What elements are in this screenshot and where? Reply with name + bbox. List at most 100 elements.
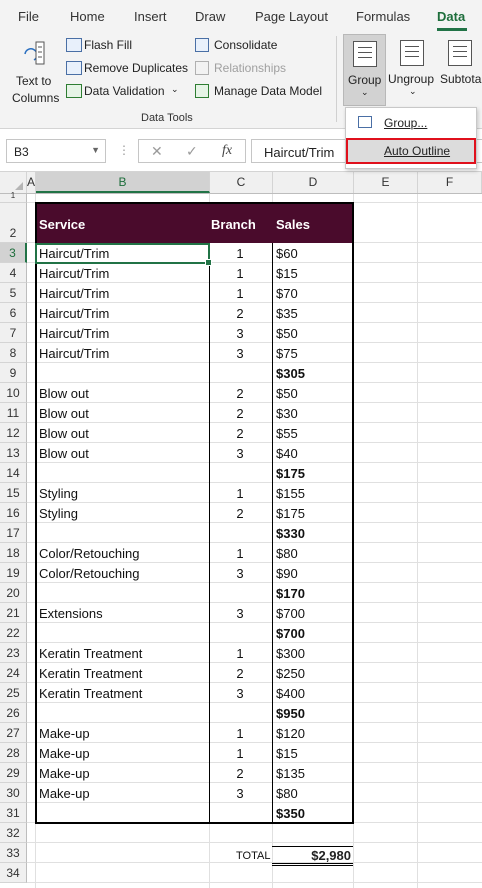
cell-branch[interactable]: 1 bbox=[208, 726, 272, 741]
consolidate-button[interactable]: Consolidate bbox=[194, 37, 286, 55]
ungroup-button[interactable]: Ungroup ⌄ bbox=[388, 34, 436, 106]
row-header[interactable]: 24 bbox=[0, 663, 27, 683]
cell-sales[interactable]: $50 bbox=[276, 326, 298, 341]
row-header[interactable]: 25 bbox=[0, 683, 27, 703]
cell-service[interactable]: Blow out bbox=[39, 446, 89, 461]
cell-service[interactable]: Make-up bbox=[39, 766, 90, 781]
cell-service[interactable]: Keratin Treatment bbox=[39, 646, 142, 661]
cell-branch[interactable]: 3 bbox=[208, 566, 272, 581]
row-header[interactable]: 32 bbox=[0, 823, 27, 843]
cell-service[interactable]: Styling bbox=[39, 486, 78, 501]
row-header[interactable]: 8 bbox=[0, 343, 27, 363]
group-button[interactable]: Group ⌄ bbox=[343, 34, 386, 106]
row-header[interactable]: 6 bbox=[0, 303, 27, 323]
chevron-down-icon[interactable]: ▼ bbox=[91, 145, 100, 155]
tab-page-layout[interactable]: Page Layout bbox=[255, 9, 328, 24]
row-header[interactable]: 27 bbox=[0, 723, 27, 743]
cell-sales[interactable]: $30 bbox=[276, 406, 298, 421]
cell-subtotal[interactable]: $305 bbox=[276, 366, 305, 381]
row-header[interactable]: 21 bbox=[0, 603, 27, 623]
column-header-c[interactable]: C bbox=[210, 172, 273, 193]
cell-branch[interactable]: 3 bbox=[208, 446, 272, 461]
subtotal-button[interactable]: Subtota bbox=[438, 34, 482, 106]
select-all-corner[interactable] bbox=[0, 172, 27, 193]
cell-branch[interactable]: 2 bbox=[208, 426, 272, 441]
tab-formulas[interactable]: Formulas bbox=[356, 9, 410, 24]
column-header-b[interactable]: B bbox=[36, 172, 210, 193]
cell-service[interactable]: Haircut/Trim bbox=[39, 346, 109, 361]
tab-file[interactable]: File bbox=[18, 9, 39, 24]
cell-sales[interactable]: $300 bbox=[276, 646, 305, 661]
cell-sales[interactable]: $175 bbox=[276, 506, 305, 521]
cell-sales[interactable]: $80 bbox=[276, 546, 298, 561]
tab-draw[interactable]: Draw bbox=[195, 9, 225, 24]
insert-function-icon[interactable]: fx bbox=[222, 143, 232, 159]
cell-branch[interactable]: 1 bbox=[208, 646, 272, 661]
drag-handle-icon[interactable]: ⋮ bbox=[118, 143, 130, 157]
cell-branch[interactable]: 1 bbox=[208, 746, 272, 761]
cell-branch[interactable]: 1 bbox=[208, 286, 272, 301]
column-header-a[interactable]: A bbox=[27, 172, 36, 193]
cell-branch[interactable]: 3 bbox=[208, 326, 272, 341]
flash-fill-button[interactable]: Flash Fill bbox=[64, 37, 174, 55]
cell-sales[interactable]: $250 bbox=[276, 666, 305, 681]
cell-sales[interactable]: $400 bbox=[276, 686, 305, 701]
cell-service[interactable]: Blow out bbox=[39, 386, 89, 401]
remove-duplicates-button[interactable]: Remove Duplicates bbox=[64, 60, 188, 78]
cell-branch[interactable]: 2 bbox=[208, 766, 272, 781]
row-header[interactable]: 9 bbox=[0, 363, 27, 383]
cell-service[interactable]: Make-up bbox=[39, 726, 90, 741]
cell-branch[interactable]: 3 bbox=[208, 786, 272, 801]
row-header[interactable]: 1 bbox=[0, 191, 27, 203]
cell-service[interactable]: Make-up bbox=[39, 746, 90, 761]
menu-item-auto-outline[interactable]: Auto Outline bbox=[346, 138, 476, 164]
cell-branch[interactable]: 1 bbox=[208, 246, 272, 261]
cell-service[interactable]: Keratin Treatment bbox=[39, 666, 142, 681]
cell-branch[interactable]: 1 bbox=[208, 266, 272, 281]
cell-service[interactable]: Color/Retouching bbox=[39, 546, 139, 561]
cell-branch[interactable]: 1 bbox=[208, 486, 272, 501]
cell-branch[interactable]: 1 bbox=[208, 546, 272, 561]
cell-sales[interactable]: $55 bbox=[276, 426, 298, 441]
text-to-columns-button[interactable]: Text to Columns bbox=[6, 36, 62, 106]
row-header[interactable]: 2 bbox=[0, 203, 27, 243]
row-header[interactable]: 12 bbox=[0, 423, 27, 443]
cell-subtotal[interactable]: $170 bbox=[276, 586, 305, 601]
row-header[interactable]: 22 bbox=[0, 623, 27, 643]
row-header[interactable]: 16 bbox=[0, 503, 27, 523]
cell-service[interactable]: Blow out bbox=[39, 426, 89, 441]
cell-service[interactable]: Haircut/Trim bbox=[39, 266, 109, 281]
row-header[interactable]: 23 bbox=[0, 643, 27, 663]
cell-branch[interactable]: 2 bbox=[208, 666, 272, 681]
row-header[interactable]: 10 bbox=[0, 383, 27, 403]
row-header[interactable]: 15 bbox=[0, 483, 27, 503]
active-cell-selection[interactable] bbox=[35, 243, 212, 266]
cell-service[interactable]: Haircut/Trim bbox=[39, 326, 109, 341]
spreadsheet-grid[interactable]: 1 2 3 4 5 6 7 8 9 10 11 12 13 14 15 16 17 18 19 20 21 22 23 24 2… bbox=[0, 191, 482, 888]
tab-data[interactable]: Data bbox=[437, 9, 465, 24]
row-header[interactable]: 30 bbox=[0, 783, 27, 803]
data-validation-button[interactable]: Data Validation ⌄ bbox=[64, 83, 184, 101]
column-header-d[interactable]: D bbox=[273, 172, 354, 193]
row-header[interactable]: 18 bbox=[0, 543, 27, 563]
row-header[interactable]: 17 bbox=[0, 523, 27, 543]
cell-sales[interactable]: $15 bbox=[276, 746, 298, 761]
row-header[interactable]: 4 bbox=[0, 263, 27, 283]
relationships-button[interactable]: Relationships bbox=[194, 60, 290, 78]
cell-sales[interactable]: $60 bbox=[276, 246, 298, 261]
cell-sales[interactable]: $40 bbox=[276, 446, 298, 461]
manage-data-model-button[interactable]: Manage Data Model bbox=[194, 83, 324, 101]
cell-branch[interactable]: 3 bbox=[208, 686, 272, 701]
cell-branch[interactable]: 2 bbox=[208, 506, 272, 521]
cell-sales[interactable]: $75 bbox=[276, 346, 298, 361]
cell-branch[interactable]: 2 bbox=[208, 386, 272, 401]
cell-branch[interactable]: 3 bbox=[208, 606, 272, 621]
cell-service[interactable]: Keratin Treatment bbox=[39, 686, 142, 701]
menu-item-group[interactable]: Group... bbox=[346, 110, 476, 136]
cell-subtotal[interactable]: $330 bbox=[276, 526, 305, 541]
total-value[interactable]: $2,980 bbox=[272, 846, 353, 866]
cell-sales[interactable]: $80 bbox=[276, 786, 298, 801]
row-header[interactable]: 26 bbox=[0, 703, 27, 723]
cell-sales[interactable]: $120 bbox=[276, 726, 305, 741]
cell-service[interactable]: Make-up bbox=[39, 786, 90, 801]
